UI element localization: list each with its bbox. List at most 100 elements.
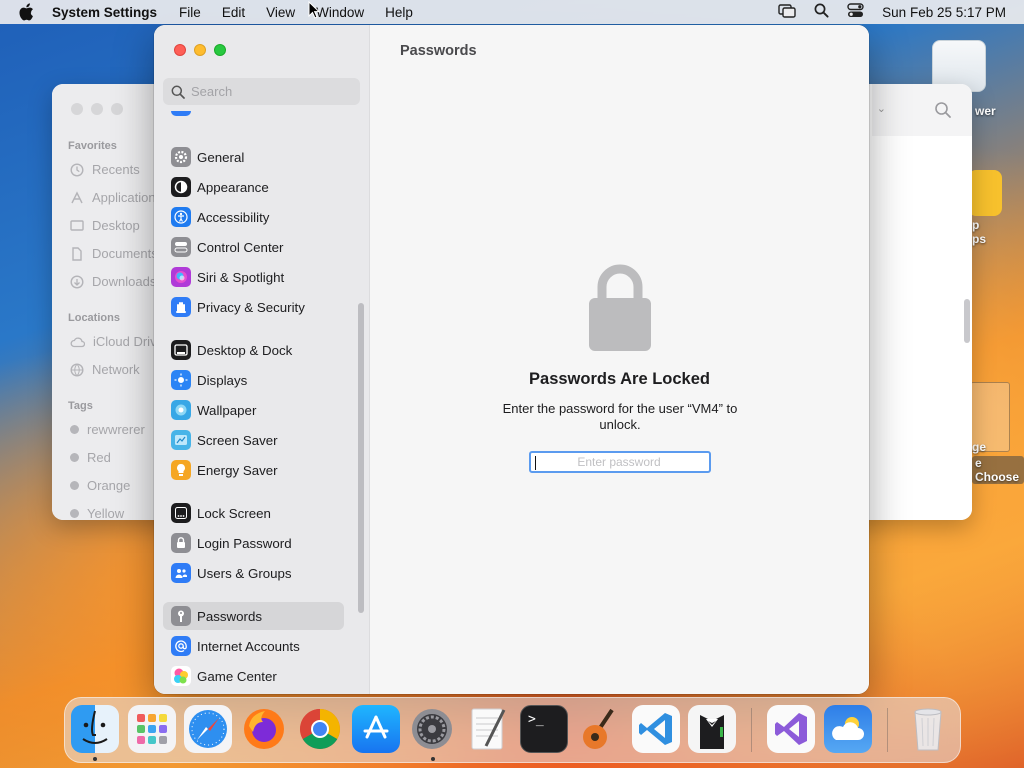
dock-weather[interactable] [824,705,872,753]
sidebar-item-label: Accessibility [197,209,270,225]
dock-system-settings[interactable] [408,705,456,753]
sidebar-item-siri-spotlight[interactable]: Siri & Spotlight [163,263,344,291]
sidebar-item-wallpaper[interactable]: Wallpaper [163,396,344,424]
sidebar-item-displays[interactable]: Displays [163,366,344,394]
page-title: Passwords [400,43,477,59]
dock-finder[interactable] [71,705,119,753]
minimize-button[interactable] [91,103,103,115]
sidebar-item-label: Desktop & Dock [197,342,293,358]
gear-icon [412,709,452,749]
sidebar-item-label: Lock Screen [197,505,271,521]
sidebar-item-label: Game Center [197,668,277,684]
dock-launchpad[interactable] [128,705,176,753]
sidebar-item-appearance[interactable]: Appearance [163,173,344,201]
finder-tag[interactable]: Orange [70,478,130,493]
sidebar-item-label: Login Password [197,535,292,551]
sidebar-scrollbar[interactable] [358,303,364,613]
lock-icon [171,533,191,553]
sidebar-item-accessibility[interactable]: Accessibility [163,203,344,231]
globe-icon [70,362,84,377]
finder-item-applications[interactable]: Applications [70,190,162,205]
dock-app-store[interactable] [352,705,400,753]
sidebar-item-general[interactable]: General [163,143,344,171]
sidebar-item-lock-screen[interactable]: Lock Screen [163,499,344,527]
sidebar-item-game-center[interactable]: Game Center [163,662,344,690]
dock-safari[interactable] [184,705,232,753]
dock-terminal[interactable]: >_ [520,705,568,753]
spotlight-search-icon[interactable] [814,3,829,21]
sidebar-item-users-groups[interactable]: Users & Groups [163,559,344,587]
chrome-icon [300,709,340,749]
finder-tag[interactable]: rewwrerer [70,422,145,437]
finder-item-recents[interactable]: Recents [70,162,140,177]
settings-content: Passwords Passwords Are Locked Enter the… [370,25,869,694]
dock-trash[interactable] [904,705,952,753]
finder-item-desktop[interactable]: Desktop [70,218,140,233]
finder-tags-header: Tags [68,400,93,412]
tag-dot-icon [70,453,79,462]
finder-tag[interactable]: Red [70,450,111,465]
control-center-icon[interactable] [847,3,864,21]
search-input[interactable] [191,84,351,99]
desktop-icon-folder[interactable] [968,170,1002,216]
dock-chrome[interactable] [296,705,344,753]
minimize-button[interactable] [194,44,206,56]
search-icon[interactable] [934,101,952,119]
cloud-icon [70,336,85,347]
dock-textedit[interactable] [464,705,512,753]
menu-help[interactable]: Help [385,5,413,20]
sidebar-item-control-center[interactable]: Control Center [163,233,344,261]
chevron-down-icon[interactable]: ⌄ [877,102,886,115]
screen-mirroring-icon[interactable] [778,3,796,21]
close-button[interactable] [71,103,83,115]
zoom-button[interactable] [214,44,226,56]
close-button[interactable] [174,44,186,56]
firefox-icon [244,709,284,749]
sidebar-item-label: Users & Groups [197,565,292,581]
dock-bartender[interactable] [688,705,736,753]
dock: >_ [64,697,961,763]
menu-view[interactable]: View [266,5,295,20]
menu-edit[interactable]: Edit [222,5,245,20]
dock-garageband[interactable] [576,705,624,753]
system-settings-window: General Appearance Accessibility Control Ce… [154,25,869,694]
tag-dot-icon [70,425,79,434]
sidebar-item-label: Internet Accounts [197,638,300,654]
zoom-button[interactable] [111,103,123,115]
screen-saver-icon [171,430,191,450]
finder-scrollbar[interactable] [964,299,970,343]
tag-dot-icon [70,481,79,490]
safari-icon [189,710,227,748]
desktop-icon-label: ge [972,440,987,454]
menu-window[interactable]: Window [316,5,364,20]
menu-bar: System Settings File Edit View Window He… [0,0,1024,24]
dock-visual-studio[interactable] [767,705,815,753]
password-field[interactable] [529,451,711,473]
menu-clock[interactable]: Sun Feb 25 5:17 PM [882,5,1006,20]
finder-item-network[interactable]: Network [70,362,140,377]
sidebar-item-passwords[interactable]: Passwords [163,602,344,630]
sidebar-item-label: Siri & Spotlight [197,269,285,285]
game-center-icon [171,666,191,686]
dock-firefox[interactable] [240,705,288,753]
apple-menu-icon[interactable] [18,3,36,21]
sidebar-search[interactable] [163,78,360,105]
menu-app-name[interactable]: System Settings [52,5,157,20]
dock-separator [751,708,752,752]
sidebar-item-login-password[interactable]: Login Password [163,529,344,557]
sidebar-item-internet-accounts[interactable]: Internet Accounts [163,632,344,660]
finder-item-downloads[interactable]: Downloads [70,274,156,289]
users-icon [171,563,191,583]
bartender-icon [700,715,724,749]
sidebar-item-screen-saver[interactable]: Screen Saver [163,426,344,454]
sidebar-item-energy-saver[interactable]: Energy Saver [163,456,344,484]
finder-item-documents[interactable]: Documents [70,246,158,261]
menu-file[interactable]: File [179,5,201,20]
sidebar-item-privacy-security[interactable]: Privacy & Security [163,293,344,321]
finder-item-icloud[interactable]: iCloud Drive [70,334,164,349]
sidebar-item-desktop-dock[interactable]: Desktop & Dock [163,336,344,364]
finder-tag[interactable]: Yellow [70,506,124,520]
dock-vscode[interactable] [632,705,680,753]
siri-icon [171,267,191,287]
password-input[interactable] [535,455,703,469]
